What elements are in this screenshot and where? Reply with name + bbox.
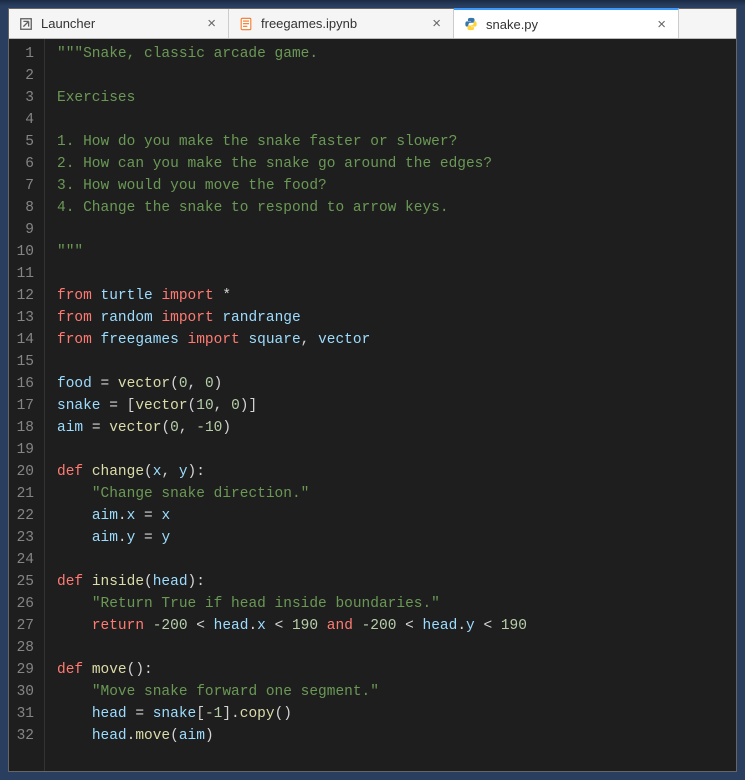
line-number: 14	[15, 329, 34, 351]
launcher-icon	[19, 17, 33, 31]
line-number: 20	[15, 461, 34, 483]
tab-label: snake.py	[486, 17, 647, 32]
line-number: 2	[15, 65, 34, 87]
code-line[interactable]: "Change snake direction."	[57, 483, 736, 505]
line-number: 5	[15, 131, 34, 153]
notebook-icon	[239, 17, 253, 31]
line-number: 28	[15, 637, 34, 659]
code-content[interactable]: """Snake, classic arcade game. Exercises…	[45, 39, 736, 771]
close-icon[interactable]: ×	[655, 17, 668, 32]
line-number: 24	[15, 549, 34, 571]
code-line[interactable]: aim = vector(0, -10)	[57, 417, 736, 439]
line-number: 3	[15, 87, 34, 109]
code-line[interactable]: head = snake[-1].copy()	[57, 703, 736, 725]
line-number: 9	[15, 219, 34, 241]
code-line[interactable]	[57, 351, 736, 373]
tab-label: Launcher	[41, 16, 197, 31]
tab-snake-py[interactable]: snake.py ×	[454, 8, 679, 38]
tab-freegames-ipynb[interactable]: freegames.ipynb ×	[229, 9, 454, 38]
code-line[interactable]: "Move snake forward one segment."	[57, 681, 736, 703]
line-number: 17	[15, 395, 34, 417]
line-number: 12	[15, 285, 34, 307]
line-number: 23	[15, 527, 34, 549]
line-number: 27	[15, 615, 34, 637]
code-line[interactable]: 3. How would you move the food?	[57, 175, 736, 197]
code-line[interactable]: 4. Change the snake to respond to arrow …	[57, 197, 736, 219]
code-line[interactable]: def inside(head):	[57, 571, 736, 593]
line-number-gutter: 1234567891011121314151617181920212223242…	[9, 39, 45, 771]
code-line[interactable]: from random import randrange	[57, 307, 736, 329]
line-number: 18	[15, 417, 34, 439]
code-line[interactable]: def change(x, y):	[57, 461, 736, 483]
tab-label: freegames.ipynb	[261, 16, 422, 31]
line-number: 22	[15, 505, 34, 527]
code-line[interactable]: return -200 < head.x < 190 and -200 < he…	[57, 615, 736, 637]
code-line[interactable]: Exercises	[57, 87, 736, 109]
code-line[interactable]: snake = [vector(10, 0)]	[57, 395, 736, 417]
line-number: 6	[15, 153, 34, 175]
line-number: 16	[15, 373, 34, 395]
code-line[interactable]	[57, 65, 736, 87]
line-number: 15	[15, 351, 34, 373]
python-icon	[464, 17, 478, 31]
code-line[interactable]: from freegames import square, vector	[57, 329, 736, 351]
code-line[interactable]: food = vector(0, 0)	[57, 373, 736, 395]
editor-window: Launcher × freegames.ipynb × snake.py × …	[8, 8, 737, 772]
code-line[interactable]: head.move(aim)	[57, 725, 736, 747]
line-number: 25	[15, 571, 34, 593]
line-number: 26	[15, 593, 34, 615]
code-line[interactable]: "Return True if head inside boundaries."	[57, 593, 736, 615]
code-line[interactable]: 1. How do you make the snake faster or s…	[57, 131, 736, 153]
code-line[interactable]: aim.y = y	[57, 527, 736, 549]
tab-launcher[interactable]: Launcher ×	[9, 9, 229, 38]
line-number: 10	[15, 241, 34, 263]
code-line[interactable]	[57, 439, 736, 461]
line-number: 29	[15, 659, 34, 681]
line-number: 7	[15, 175, 34, 197]
line-number: 1	[15, 43, 34, 65]
line-number: 8	[15, 197, 34, 219]
close-icon[interactable]: ×	[205, 16, 218, 31]
line-number: 32	[15, 725, 34, 747]
code-line[interactable]: def move():	[57, 659, 736, 681]
code-line[interactable]: from turtle import *	[57, 285, 736, 307]
code-line[interactable]	[57, 219, 736, 241]
line-number: 31	[15, 703, 34, 725]
line-number: 11	[15, 263, 34, 285]
code-line[interactable]: aim.x = x	[57, 505, 736, 527]
line-number: 30	[15, 681, 34, 703]
code-line[interactable]: """	[57, 241, 736, 263]
code-line[interactable]	[57, 549, 736, 571]
code-line[interactable]: 2. How can you make the snake go around …	[57, 153, 736, 175]
line-number: 4	[15, 109, 34, 131]
code-line[interactable]	[57, 263, 736, 285]
close-icon[interactable]: ×	[430, 16, 443, 31]
line-number: 21	[15, 483, 34, 505]
code-editor[interactable]: 1234567891011121314151617181920212223242…	[9, 39, 736, 771]
line-number: 13	[15, 307, 34, 329]
tab-bar: Launcher × freegames.ipynb × snake.py ×	[9, 9, 736, 39]
code-line[interactable]	[57, 109, 736, 131]
code-line[interactable]: """Snake, classic arcade game.	[57, 43, 736, 65]
line-number: 19	[15, 439, 34, 461]
code-line[interactable]	[57, 637, 736, 659]
